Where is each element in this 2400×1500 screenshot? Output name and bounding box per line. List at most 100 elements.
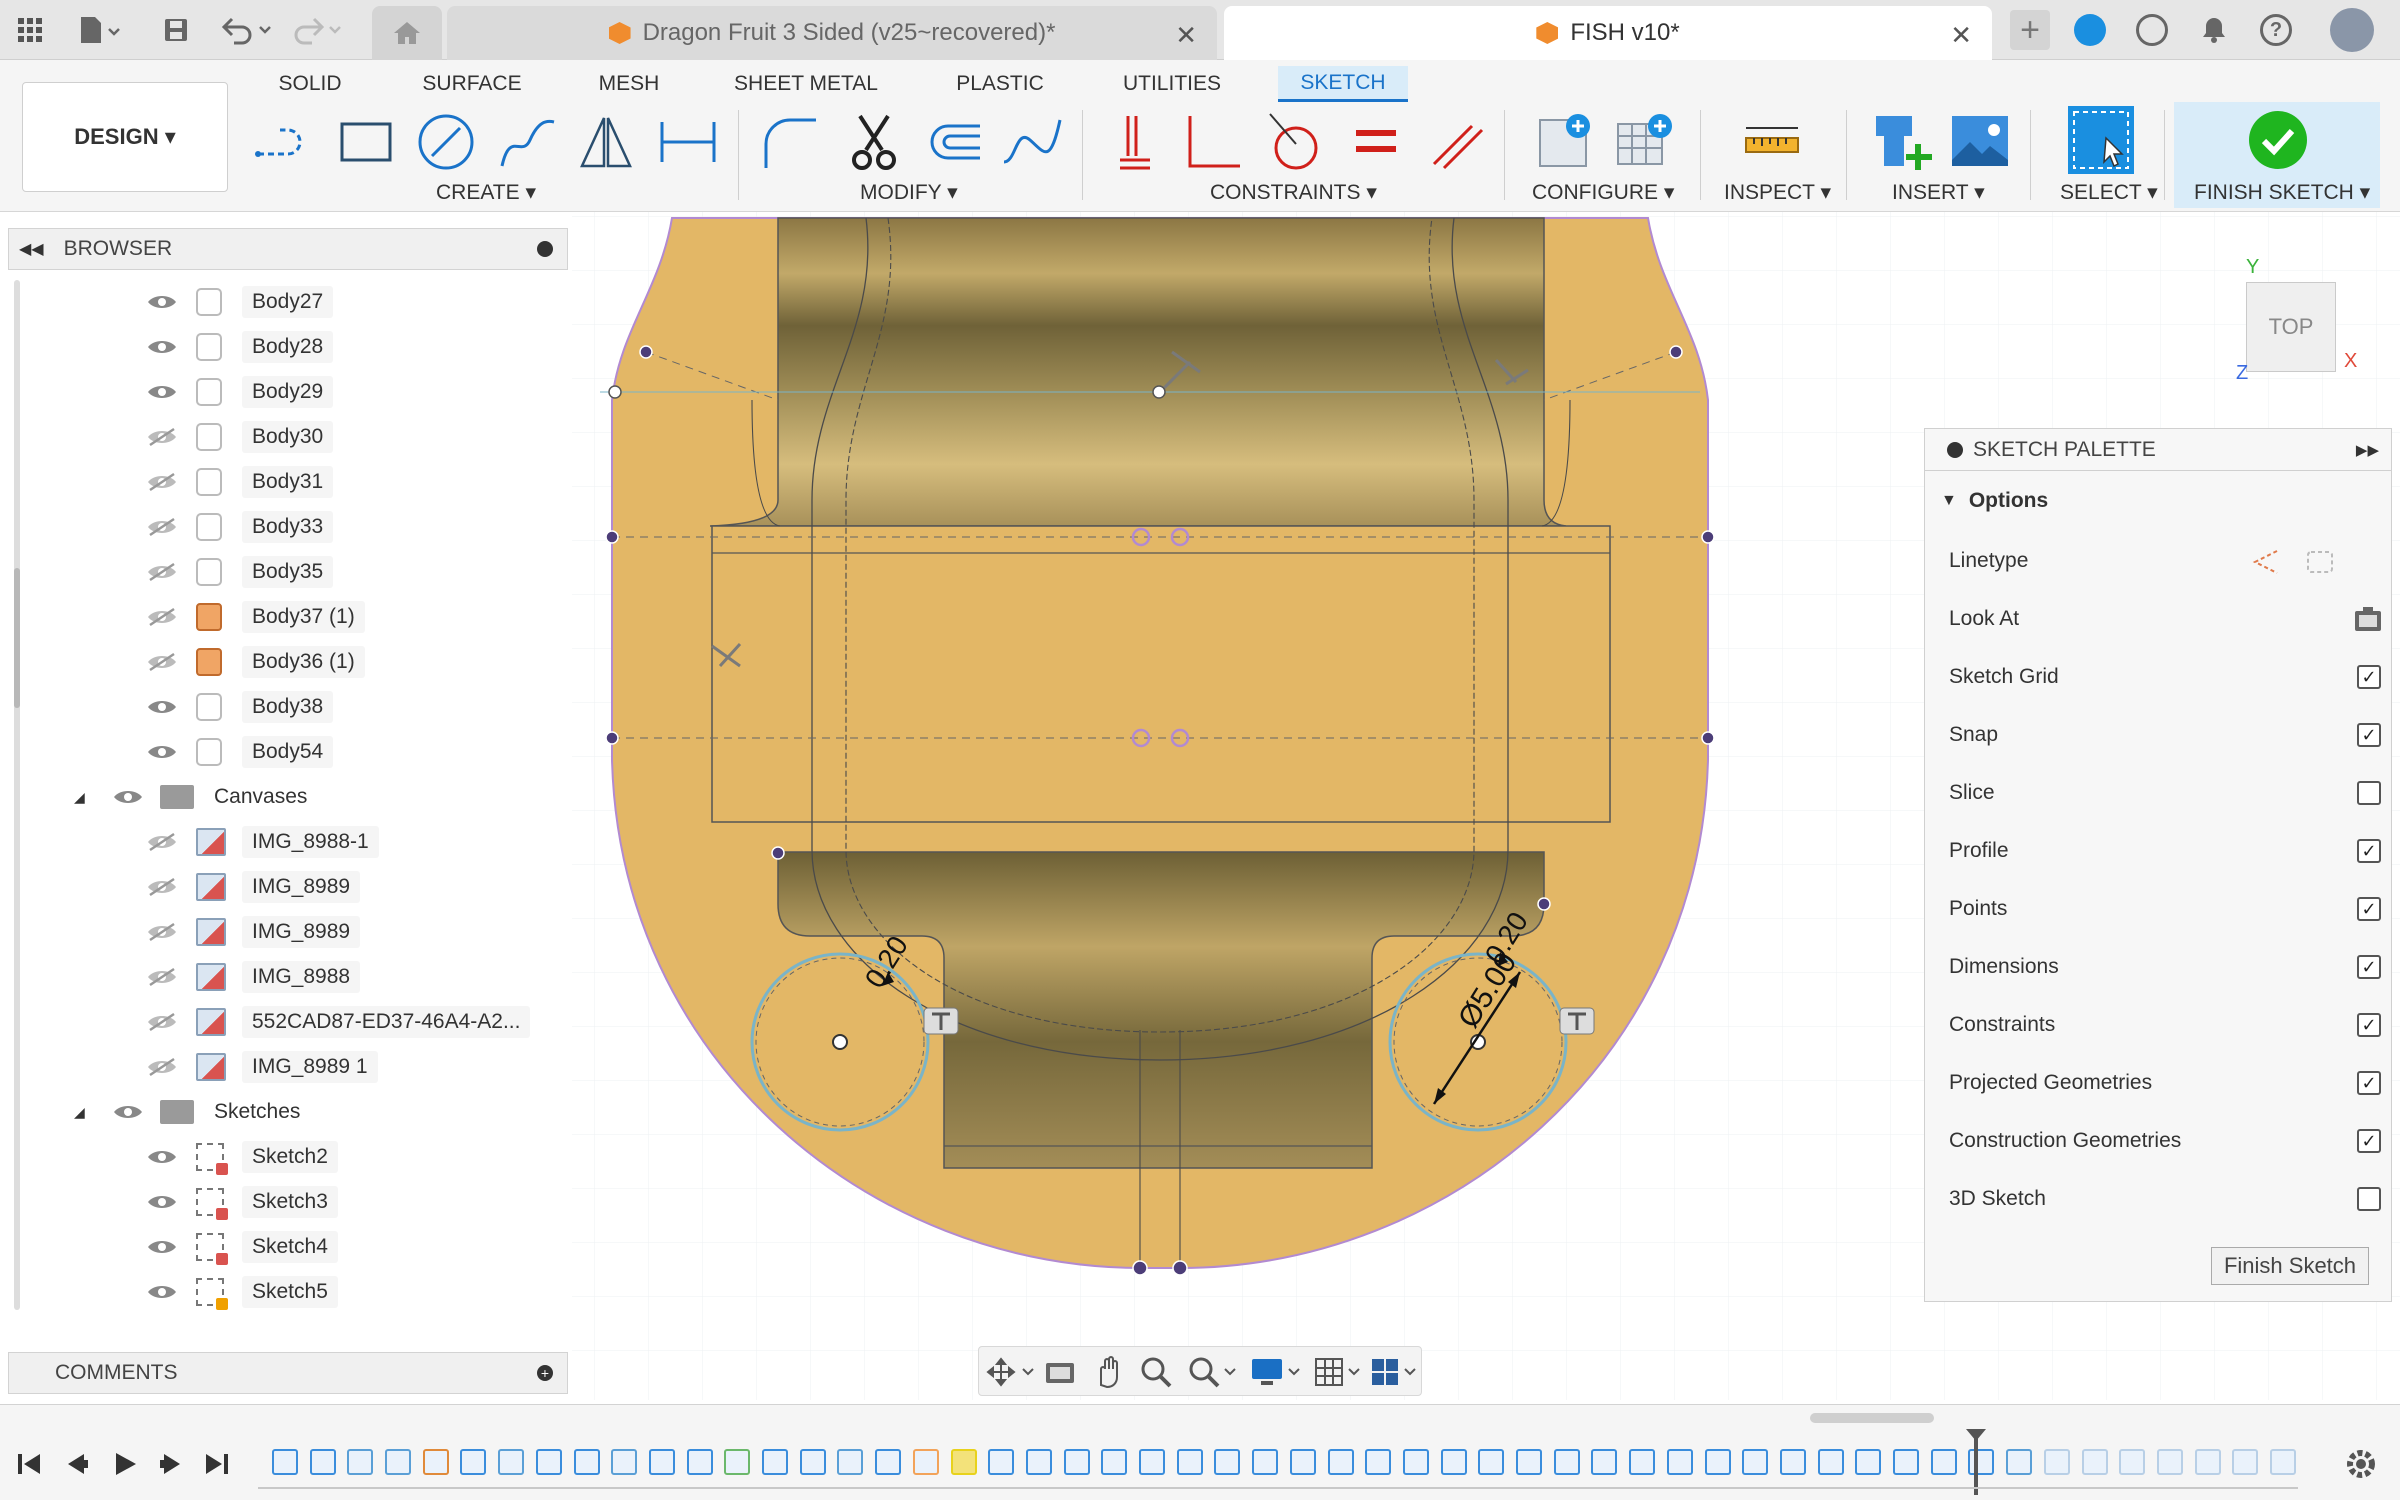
constraints-menu[interactable]: CONSTRAINTS ▾ — [1210, 180, 1377, 205]
construction-linetype-icon[interactable] — [2251, 547, 2281, 577]
timeline-feature-icon[interactable] — [2119, 1449, 2145, 1475]
timeline-feature-icon[interactable] — [2195, 1449, 2221, 1475]
timeline-feature-icon[interactable] — [1478, 1449, 1504, 1475]
visibility-eye-icon[interactable] — [146, 1147, 178, 1167]
hidden-eye-icon[interactable] — [146, 517, 178, 537]
mirror-tool-icon[interactable] — [574, 110, 638, 174]
timeline-feature-icon[interactable] — [988, 1449, 1014, 1475]
configure-menu[interactable]: CONFIGURE ▾ — [1532, 180, 1674, 205]
timeline-feature-icon[interactable] — [347, 1449, 373, 1475]
line-tool-icon[interactable] — [252, 110, 316, 174]
checkbox[interactable] — [2357, 1187, 2381, 1211]
visibility-eye-icon[interactable] — [112, 1102, 144, 1122]
equal-constraint-icon[interactable] — [1344, 110, 1408, 174]
timeline-feature-icon[interactable] — [2044, 1449, 2070, 1475]
palette-row-constraints[interactable]: Constraints ✓ — [1949, 1005, 2381, 1045]
configure-table-icon[interactable] — [1612, 110, 1676, 174]
visibility-eye-icon[interactable] — [146, 382, 178, 402]
timeline-feature-icon[interactable] — [1252, 1449, 1278, 1475]
timeline-feature-icon[interactable] — [1403, 1449, 1429, 1475]
insert-menu[interactable]: INSERT ▾ — [1892, 180, 1985, 205]
fillet-tool-icon[interactable] — [758, 110, 822, 174]
parallel-constraint-icon[interactable] — [1422, 110, 1486, 174]
timeline-play-icon[interactable] — [110, 1449, 140, 1479]
redo-icon[interactable] — [288, 12, 348, 48]
timeline-feature-icon[interactable] — [1629, 1449, 1655, 1475]
palette-row-slice[interactable]: Slice — [1949, 773, 2381, 813]
timeline-feature-icon[interactable] — [1742, 1449, 1768, 1475]
tab-sketch[interactable]: SKETCH — [1278, 66, 1408, 102]
palette-row-construction-geometries[interactable]: Construction Geometries ✓ — [1949, 1121, 2381, 1161]
palette-row-profile[interactable]: Profile ✓ — [1949, 831, 2381, 871]
browser-item-row[interactable]: Body38 — [8, 687, 568, 727]
hidden-eye-icon[interactable] — [146, 607, 178, 627]
hidden-eye-icon[interactable] — [146, 967, 178, 987]
browser-panel-header[interactable]: ◀◀ BROWSER — [8, 228, 568, 270]
tab-plastic[interactable]: PLASTIC — [948, 66, 1052, 102]
hidden-eye-icon[interactable] — [146, 1057, 178, 1077]
notifications-bell-icon[interactable] — [2196, 12, 2232, 48]
timeline-feature-icon[interactable] — [1705, 1449, 1731, 1475]
timeline-feature-icon[interactable] — [1591, 1449, 1617, 1475]
browser-item-row[interactable]: IMG_8989 — [8, 912, 568, 952]
timeline-marker[interactable] — [1974, 1433, 1978, 1495]
visibility-eye-icon[interactable] — [146, 1282, 178, 1302]
timeline-go-to-start-icon[interactable] — [14, 1449, 44, 1479]
hidden-eye-icon[interactable] — [146, 877, 178, 897]
tab-sheet-metal[interactable]: SHEET METAL — [726, 66, 886, 102]
create-menu[interactable]: CREATE ▾ — [436, 180, 536, 205]
document-tab-dragon-fruit[interactable]: Dragon Fruit 3 Sided (v25~recovered)* ✕ — [447, 6, 1217, 60]
hidden-eye-icon[interactable] — [146, 652, 178, 672]
job-status-icon[interactable] — [2136, 14, 2168, 46]
browser-item-row[interactable]: Body28 — [8, 327, 568, 367]
browser-item-row[interactable]: Body35 — [8, 552, 568, 592]
timeline-feature-icon[interactable] — [1441, 1449, 1467, 1475]
timeline-feature-icon[interactable] — [913, 1449, 939, 1475]
circle-center-point-left[interactable] — [832, 1034, 848, 1050]
trim-scissors-icon[interactable] — [842, 110, 906, 174]
browser-item-row[interactable]: Body36 (1) — [8, 642, 568, 682]
visibility-eye-icon[interactable] — [146, 292, 178, 312]
hidden-eye-icon[interactable] — [146, 1012, 178, 1032]
timeline-feature-icon[interactable] — [951, 1449, 977, 1475]
centerline-linetype-icon[interactable] — [2305, 547, 2335, 577]
timeline-feature-icon[interactable] — [2082, 1449, 2108, 1475]
timeline-feature-icon[interactable] — [1290, 1449, 1316, 1475]
timeline-feature-icon[interactable] — [1780, 1449, 1806, 1475]
comments-panel-header[interactable]: COMMENTS + — [8, 1352, 568, 1394]
timeline-feature-icon[interactable] — [460, 1449, 486, 1475]
browser-item-row[interactable]: Body27 — [8, 282, 568, 322]
hidden-eye-icon[interactable] — [146, 562, 178, 582]
insert-derive-icon[interactable] — [1870, 110, 1934, 174]
timeline-feature-icon[interactable] — [1893, 1449, 1919, 1475]
timeline-feature-icon[interactable] — [272, 1449, 298, 1475]
hidden-eye-icon[interactable] — [146, 427, 178, 447]
finish-sketch-button[interactable]: FINISH SKETCH ▾ — [2174, 102, 2380, 208]
timeline-feature-icon[interactable] — [310, 1449, 336, 1475]
browser-item-row[interactable]: IMG_8989 — [8, 867, 568, 907]
palette-row-snap[interactable]: Snap ✓ — [1949, 715, 2381, 755]
timeline-feature-icon[interactable] — [1139, 1449, 1165, 1475]
viewports-icon[interactable] — [1369, 1355, 1421, 1389]
rectangle-tool-icon[interactable] — [334, 110, 398, 174]
workspace-switcher[interactable]: DESIGN ▾ — [22, 82, 228, 192]
timeline-go-to-end-icon[interactable] — [202, 1449, 232, 1479]
timeline-feature-icon[interactable] — [2157, 1449, 2183, 1475]
folder-expand-triangle-icon[interactable]: ◢ — [74, 1104, 85, 1121]
visibility-eye-icon[interactable] — [146, 1192, 178, 1212]
browser-item-row[interactable]: Body37 (1) — [8, 597, 568, 637]
timeline-feature-icon[interactable] — [687, 1449, 713, 1475]
timeline-feature-icon[interactable] — [875, 1449, 901, 1475]
timeline-feature-icon[interactable] — [611, 1449, 637, 1475]
timeline-feature-icon[interactable] — [1516, 1449, 1542, 1475]
checkbox[interactable] — [2357, 781, 2381, 805]
timeline-feature-icon[interactable] — [536, 1449, 562, 1475]
palette-expand-icon[interactable]: ▶▶ — [2356, 441, 2379, 459]
tangent-constraint-glyph[interactable] — [923, 1007, 959, 1035]
orbit-icon[interactable] — [985, 1355, 1037, 1389]
help-icon[interactable]: ? — [2260, 14, 2292, 46]
timeline-scrollbar[interactable] — [1810, 1413, 1934, 1423]
select-window-icon[interactable] — [2066, 104, 2136, 176]
palette-finish-sketch-button[interactable]: Finish Sketch — [2211, 1247, 2369, 1285]
palette-row-projected-geometries[interactable]: Projected Geometries ✓ — [1949, 1063, 2381, 1103]
